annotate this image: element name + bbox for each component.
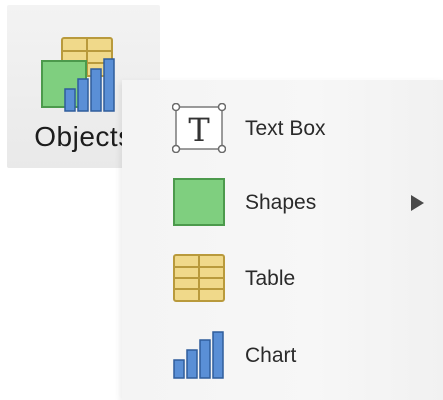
menu-item-label: Shapes — [245, 191, 317, 214]
submenu-arrow-icon — [411, 195, 424, 211]
text-box-icon: T — [172, 103, 226, 153]
menu-item-chart[interactable]: Chart — [122, 318, 443, 394]
menu-item-shapes[interactable]: Shapes — [122, 165, 443, 241]
menu-item-text-box[interactable]: T Text Box — [122, 91, 443, 167]
table-icon — [173, 254, 225, 302]
menu-item-label: Table — [245, 267, 296, 290]
objects-menu-screen: Objects T Text Box Shapes Table Chart — [0, 0, 443, 400]
menu-item-label: Text Box — [245, 117, 326, 140]
svg-text:T: T — [188, 111, 210, 149]
shapes-icon — [173, 178, 225, 226]
menu-item-label: Chart — [245, 344, 297, 367]
chart-icon — [173, 331, 224, 379]
objects-icon — [41, 37, 115, 112]
objects-dropdown-menu: T Text Box Shapes Table Chart — [122, 80, 443, 400]
menu-item-table[interactable]: Table — [122, 241, 443, 317]
